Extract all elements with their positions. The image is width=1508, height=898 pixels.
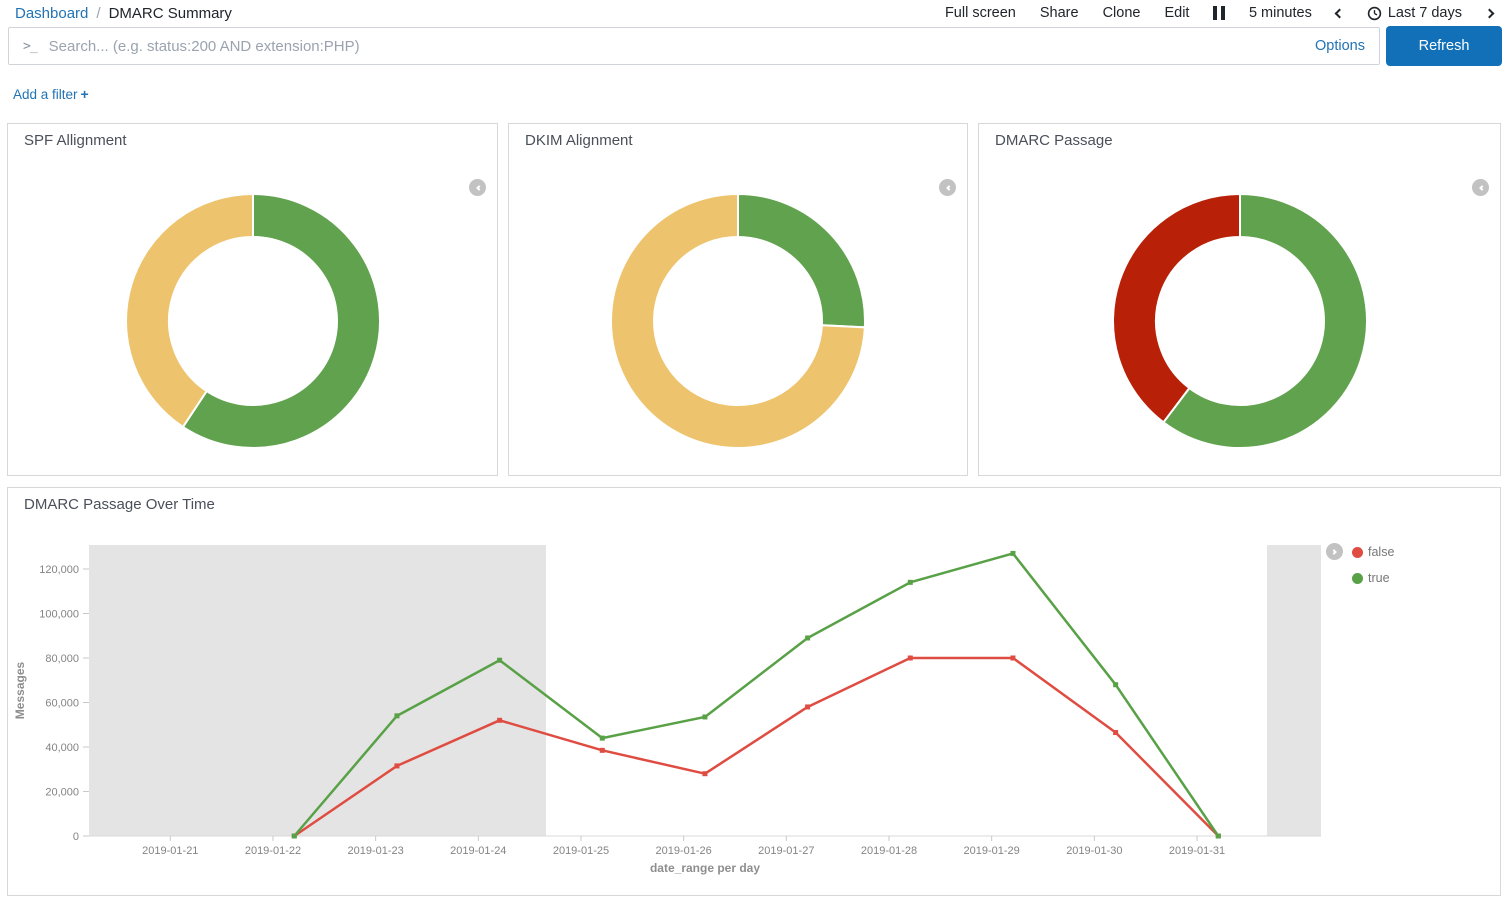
clone-button[interactable]: Clone [1103, 5, 1141, 21]
svg-text:2019-01-31: 2019-01-31 [1169, 845, 1225, 857]
nav-actions: Full screen Share Clone Edit 5 minutes L… [945, 5, 1493, 21]
breadcrumb-separator: / [96, 5, 100, 22]
svg-text:2019-01-30: 2019-01-30 [1066, 845, 1122, 857]
legend-item-false[interactable]: false [1352, 543, 1394, 561]
chevron-left-icon [1479, 185, 1485, 191]
svg-text:20,000: 20,000 [45, 787, 79, 799]
time-back-button[interactable] [1336, 10, 1343, 17]
panel-spf-alignment: SPF Allignment [7, 123, 498, 476]
filter-bar: Add a filter+ [13, 86, 89, 102]
search-bar: >_ Options [8, 27, 1380, 65]
legend-item-true[interactable]: true [1352, 569, 1394, 587]
dmarc-donut-chart[interactable] [1112, 193, 1368, 449]
svg-text:100,000: 100,000 [39, 609, 79, 621]
terminal-prompt-icon: >_ [23, 39, 37, 54]
search-row: >_ Options Refresh [8, 26, 1502, 66]
legend-label: true [1368, 571, 1390, 585]
panel-title: DMARC Passage [995, 132, 1113, 149]
legend-toggle-icon[interactable] [469, 179, 486, 196]
chart-legend: false true [1326, 543, 1394, 595]
time-range-button[interactable]: Last 7 days [1367, 5, 1462, 21]
panel-dkim-alignment: DKIM Alignment [508, 123, 968, 476]
time-range-label: Last 7 days [1388, 5, 1462, 21]
svg-text:2019-01-24: 2019-01-24 [450, 845, 506, 857]
spf-donut-chart[interactable] [125, 193, 381, 449]
dkim-donut-chart[interactable] [610, 193, 866, 449]
svg-text:80,000: 80,000 [45, 653, 79, 665]
clock-icon [1367, 6, 1382, 21]
legend-toggle-icon[interactable] [1472, 179, 1489, 196]
panel-dmarc-passage-over-time: DMARC Passage Over Time 020,00040,00060,… [7, 487, 1501, 896]
add-filter-link[interactable]: Add a filter+ [13, 87, 89, 102]
chevron-left-icon [1334, 8, 1344, 18]
svg-text:0: 0 [73, 831, 79, 843]
svg-text:2019-01-27: 2019-01-27 [758, 845, 814, 857]
svg-text:2019-01-23: 2019-01-23 [347, 845, 403, 857]
svg-text:2019-01-29: 2019-01-29 [964, 845, 1020, 857]
panel-dmarc-passage: DMARC Passage [978, 123, 1501, 476]
page-title: DMARC Summary [109, 5, 232, 22]
top-nav: Dashboard / DMARC Summary Full screen Sh… [0, 0, 1508, 26]
chevron-left-icon [946, 185, 952, 191]
svg-text:60,000: 60,000 [45, 698, 79, 710]
edit-button[interactable]: Edit [1164, 5, 1189, 21]
svg-text:Messages: Messages [13, 661, 27, 719]
svg-text:120,000: 120,000 [39, 564, 79, 576]
svg-text:2019-01-21: 2019-01-21 [142, 845, 198, 857]
svg-text:2019-01-25: 2019-01-25 [553, 845, 609, 857]
full-screen-button[interactable]: Full screen [945, 5, 1016, 21]
search-input[interactable] [49, 38, 1303, 55]
timeline-line-chart[interactable]: 0 20,000 40,000 60,000 80,000 100,000 120,000 2… [8, 488, 1502, 897]
options-link[interactable]: Options [1303, 38, 1365, 54]
legend-collapse-icon[interactable] [1326, 543, 1343, 560]
svg-text:2019-01-28: 2019-01-28 [861, 845, 917, 857]
svg-text:2019-01-26: 2019-01-26 [656, 845, 712, 857]
svg-text:2019-01-22: 2019-01-22 [245, 845, 301, 857]
legend-label: false [1368, 545, 1394, 559]
legend-dot-true [1352, 573, 1363, 584]
breadcrumb: Dashboard / DMARC Summary [15, 5, 232, 22]
dashboard-app: Dashboard / DMARC Summary Full screen Sh… [0, 0, 1508, 898]
refresh-interval-button[interactable]: 5 minutes [1249, 5, 1312, 21]
panel-title: DKIM Alignment [525, 132, 633, 149]
chevron-right-icon [1331, 549, 1337, 555]
panel-title: SPF Allignment [24, 132, 127, 149]
share-button[interactable]: Share [1040, 5, 1079, 21]
plus-icon: + [81, 86, 89, 102]
breadcrumb-dashboard-link[interactable]: Dashboard [15, 5, 88, 22]
chevron-left-icon [476, 185, 482, 191]
svg-text:40,000: 40,000 [45, 742, 79, 754]
refresh-button[interactable]: Refresh [1386, 26, 1502, 66]
svg-text:date_range per day: date_range per day [650, 861, 760, 875]
time-forward-button[interactable] [1486, 10, 1493, 17]
legend-toggle-icon[interactable] [939, 179, 956, 196]
chevron-right-icon [1485, 8, 1495, 18]
legend-dot-false [1352, 547, 1363, 558]
pause-icon[interactable] [1213, 6, 1225, 20]
